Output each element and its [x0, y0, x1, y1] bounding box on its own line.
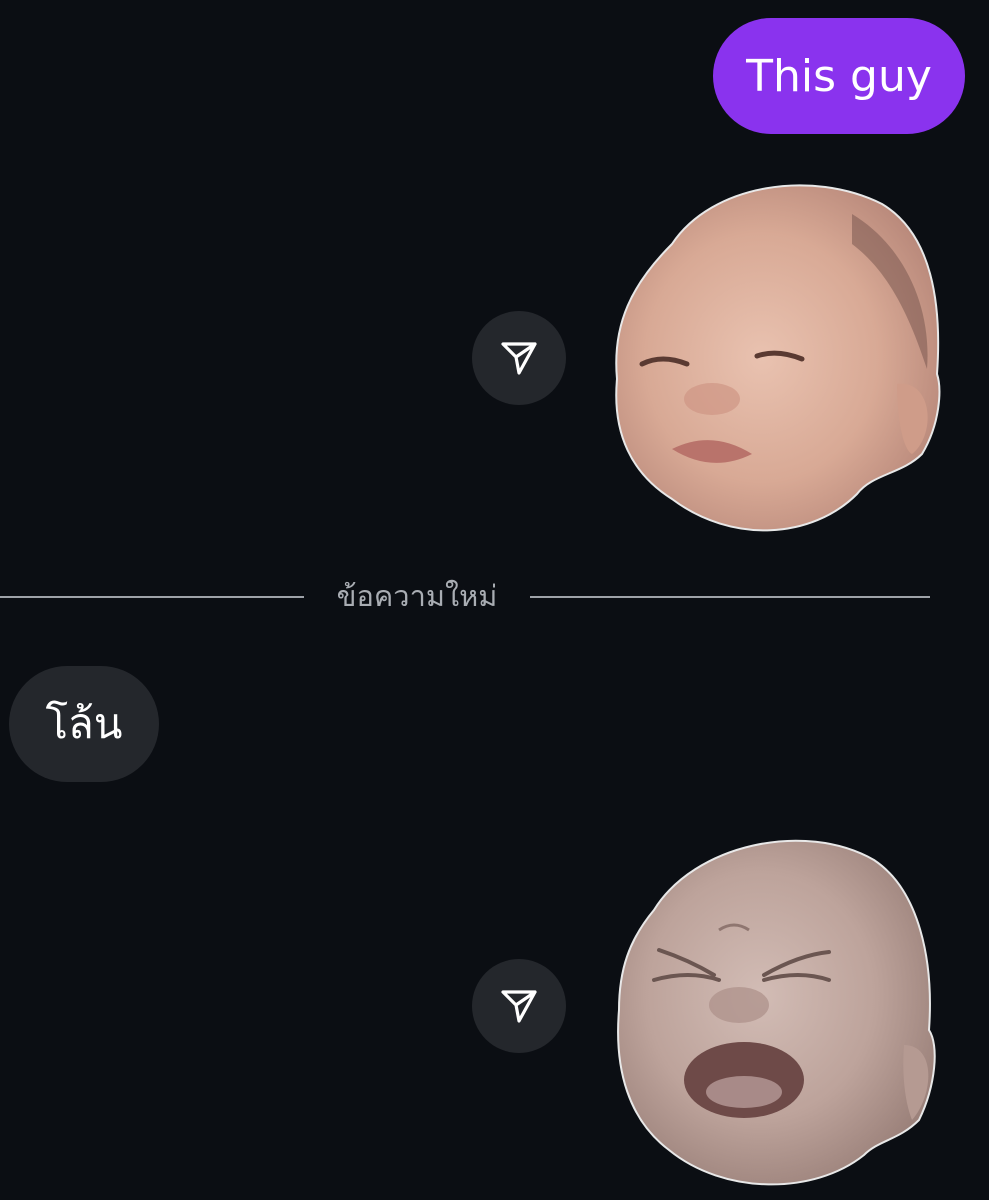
- share-send-icon: [499, 338, 539, 378]
- baby-face-smile-sticker[interactable]: [612, 174, 942, 544]
- sent-message-bubble[interactable]: This guy: [713, 18, 965, 134]
- divider-line-left: [0, 596, 304, 598]
- share-button[interactable]: [472, 311, 566, 405]
- share-send-icon: [499, 986, 539, 1026]
- divider-line-right: [530, 596, 930, 598]
- message-text: โล้น: [45, 699, 123, 748]
- chat-thread: This guy ข้อความใหม่ โล้น: [0, 0, 989, 1200]
- new-messages-divider-label: ข้อความใหม่: [336, 579, 498, 613]
- share-button[interactable]: [472, 959, 566, 1053]
- baby-face-crying-sticker[interactable]: [614, 830, 939, 1190]
- message-text: This guy: [746, 50, 932, 102]
- received-message-bubble[interactable]: โล้น: [9, 666, 159, 782]
